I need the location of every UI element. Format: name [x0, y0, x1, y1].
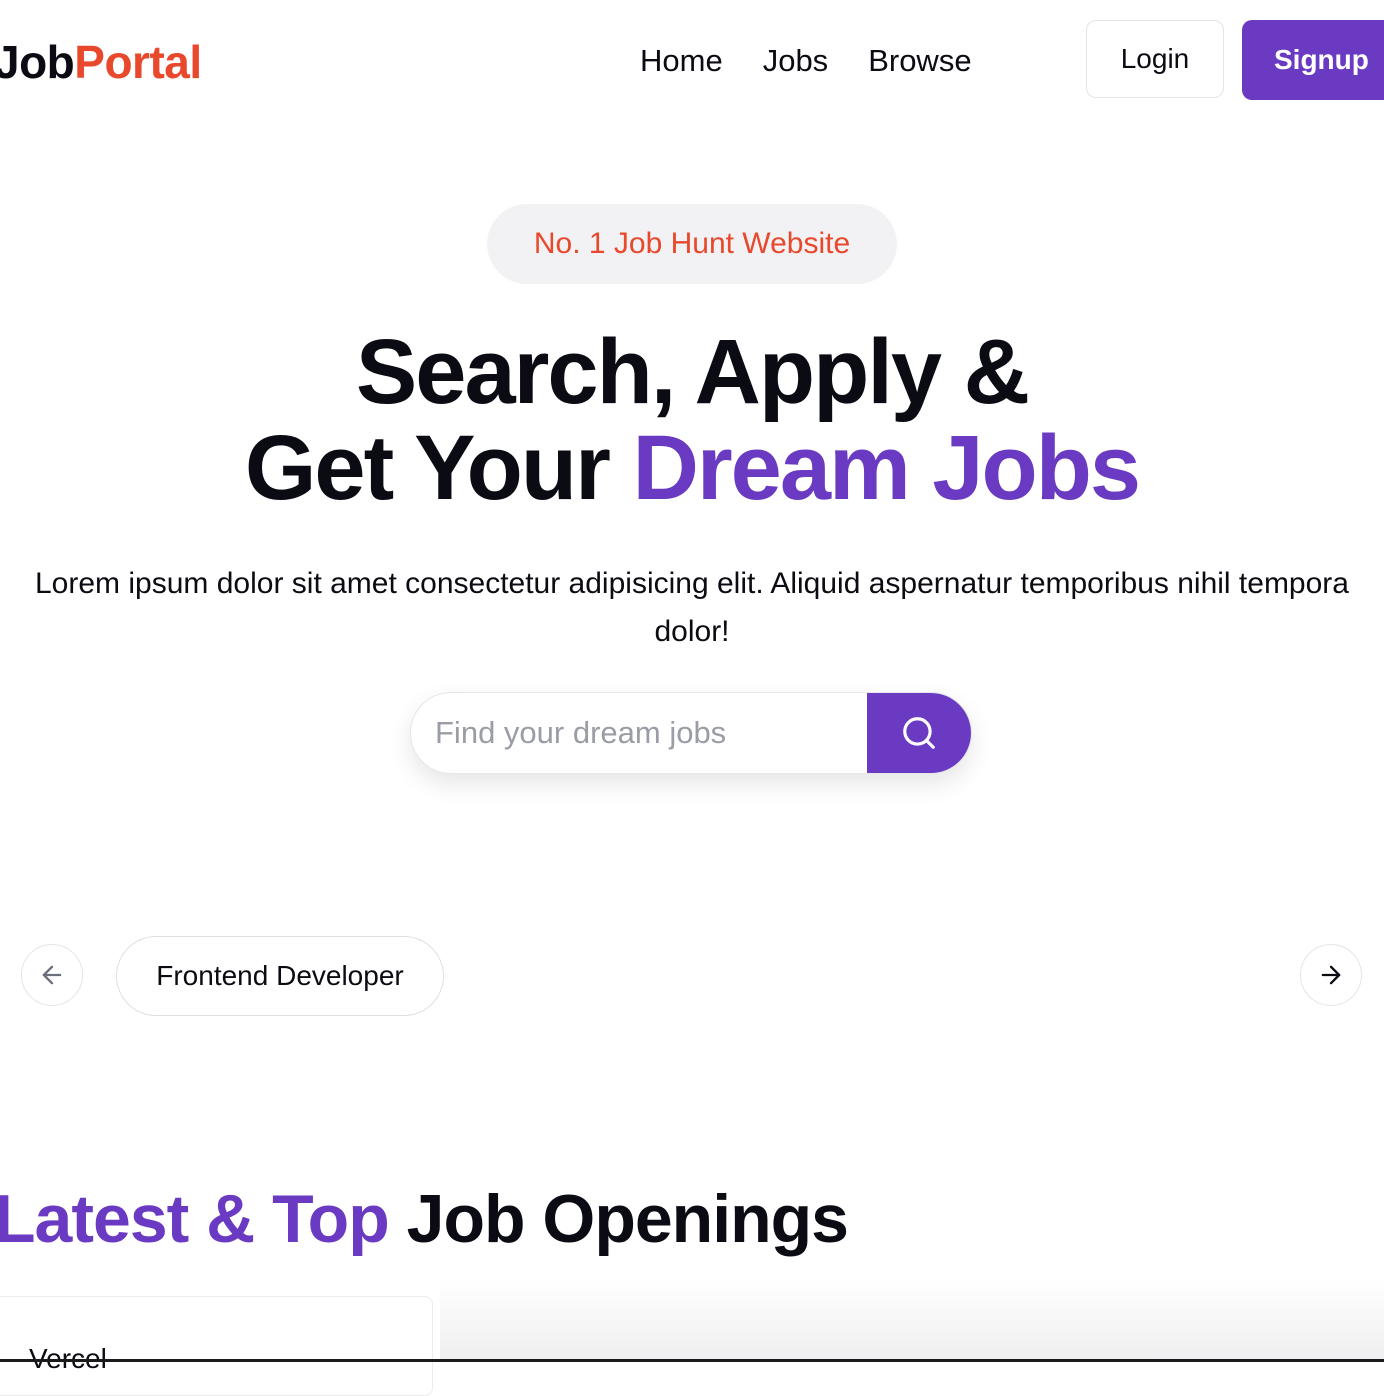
hero-title-line2-prefix: Get Your [244, 417, 633, 519]
hero-title-line2-accent: Dream Jobs [632, 417, 1141, 519]
logo-text-portal: Portal [74, 36, 202, 88]
hero-description: Lorem ipsum dolor sit amet consectetur a… [35, 567, 1349, 648]
search-button[interactable] [867, 693, 971, 773]
job-card[interactable]: Vercel [0, 1296, 433, 1396]
search-input[interactable] [411, 693, 867, 773]
latest-jobs-title: Latest & Top Job Openings [0, 1178, 849, 1260]
hero-title-line1: Search, Apply & [355, 321, 1030, 423]
logo[interactable]: JobPortal [0, 34, 202, 90]
nav-link-jobs[interactable]: Jobs [763, 40, 828, 82]
hero-badge: No. 1 Job Hunt Website [487, 204, 897, 284]
nav-link-home[interactable]: Home [640, 40, 723, 82]
nav-link-browse[interactable]: Browse [868, 40, 971, 82]
hero-title: Search, Apply & Get Your Dream Jobs [0, 324, 1384, 516]
search-bar [410, 692, 972, 774]
navbar: JobPortal Home Jobs Browse Login Signup [0, 0, 1384, 120]
carousel-prev-button[interactable] [21, 944, 83, 1006]
nav-links: Home Jobs Browse [640, 40, 972, 82]
latest-jobs-title-rest: Job Openings [388, 1181, 849, 1257]
latest-jobs-title-accent: Latest & Top [0, 1181, 390, 1257]
category-chip-frontend-developer[interactable]: Frontend Developer [116, 936, 444, 1016]
arrow-right-icon [1321, 965, 1341, 985]
signup-button[interactable]: Signup [1242, 20, 1384, 100]
logo-text-job: Job [0, 36, 75, 88]
bottom-fade [440, 1280, 1384, 1362]
search-icon [903, 717, 935, 749]
arrow-left-icon [42, 965, 62, 985]
carousel-next-button[interactable] [1300, 944, 1362, 1006]
login-button[interactable]: Login [1086, 20, 1224, 98]
